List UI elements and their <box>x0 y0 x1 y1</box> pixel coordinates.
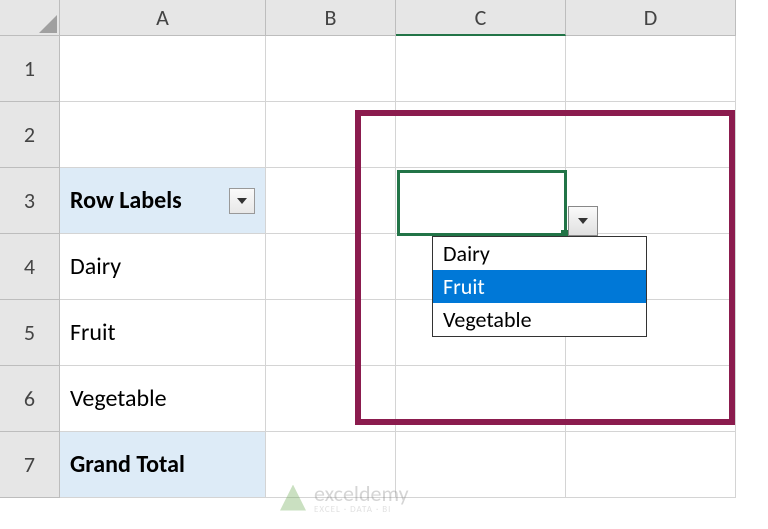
cell-d7[interactable] <box>566 432 736 498</box>
row-labels-text: Row Labels <box>70 186 182 215</box>
data-validation-dropdown-button[interactable] <box>568 206 598 236</box>
col-header-b[interactable]: B <box>266 0 396 36</box>
watermark: exceldemy EXCEL · DATA · BI <box>280 480 409 515</box>
cell-c2[interactable] <box>396 102 566 168</box>
cell-c7[interactable] <box>396 432 566 498</box>
cell-d1[interactable] <box>566 36 736 102</box>
cell-c1[interactable] <box>396 36 566 102</box>
cell-a2[interactable] <box>60 102 266 168</box>
cell-d6[interactable] <box>566 366 736 432</box>
col-header-c[interactable]: C <box>396 0 566 36</box>
watermark-brand: exceldemy <box>314 480 409 507</box>
row-header-7[interactable]: 7 <box>0 432 60 498</box>
cell-a5[interactable]: Fruit <box>60 300 266 366</box>
watermark-logo-icon <box>280 485 306 511</box>
dropdown-option-vegetable[interactable]: Vegetable <box>433 303 646 336</box>
cell-b1[interactable] <box>266 36 396 102</box>
cell-d2[interactable] <box>566 102 736 168</box>
cell-b6[interactable] <box>266 366 396 432</box>
spreadsheet-grid: A B C D 1 2 3 Row Labels 4 Dairy 5 Fruit… <box>0 0 768 498</box>
cell-c6[interactable] <box>396 366 566 432</box>
cell-a7-grand-total[interactable]: Grand Total <box>60 432 266 498</box>
row-header-4[interactable]: 4 <box>0 234 60 300</box>
dropdown-option-dairy[interactable]: Dairy <box>433 237 646 270</box>
cell-b4[interactable] <box>266 234 396 300</box>
col-header-d[interactable]: D <box>566 0 736 36</box>
row-header-6[interactable]: 6 <box>0 366 60 432</box>
dropdown-option-fruit[interactable]: Fruit <box>433 270 646 303</box>
row-header-5[interactable]: 5 <box>0 300 60 366</box>
cell-a6[interactable]: Vegetable <box>60 366 266 432</box>
cell-a3-row-labels[interactable]: Row Labels <box>60 168 266 234</box>
cell-b3[interactable] <box>266 168 396 234</box>
dropdown-list: Dairy Fruit Vegetable <box>432 236 647 337</box>
filter-dropdown-button[interactable] <box>229 188 255 214</box>
row-header-3[interactable]: 3 <box>0 168 60 234</box>
cell-a1[interactable] <box>60 36 266 102</box>
cell-b5[interactable] <box>266 300 396 366</box>
row-header-2[interactable]: 2 <box>0 102 60 168</box>
cell-b2[interactable] <box>266 102 396 168</box>
col-header-a[interactable]: A <box>60 0 266 36</box>
select-all-corner[interactable] <box>0 0 60 36</box>
cell-a4[interactable]: Dairy <box>60 234 266 300</box>
active-cell-c3[interactable] <box>397 170 567 236</box>
row-header-1[interactable]: 1 <box>0 36 60 102</box>
